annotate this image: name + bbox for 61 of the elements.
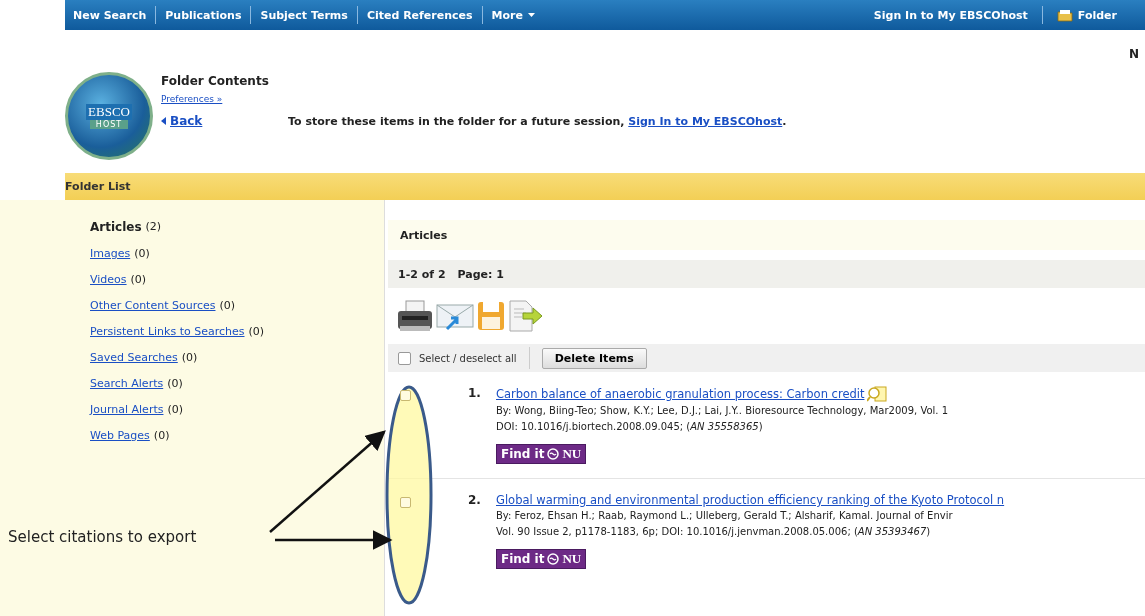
citation-details: By: Feroz, Ehsan H.; Raab, Raymond L.; Ulleberg, Gerald T.; Alsharif, Kamal. Journal of Envir (496, 509, 954, 523)
folder-list-title: Folder List (65, 180, 131, 193)
nav-link[interactable]: New Search (73, 8, 147, 22)
item-count: (0) (153, 429, 170, 442)
folder-link[interactable]: Folder (1056, 8, 1117, 22)
back-arrow-icon (161, 117, 166, 125)
item-count: (0) (248, 325, 265, 338)
result-range: 1-2 of 2 (398, 267, 446, 281)
find-it-button[interactable]: Find it NU (496, 549, 587, 569)
item-count: (0) (167, 403, 184, 416)
citation-details: By: Wong, Biing-Teo; Show, K.Y.; Lee, D.J.; Lai, J.Y.. Bioresource Technology, Mar2009, Vol. 1 (496, 404, 949, 418)
caret-icon (527, 12, 535, 18)
truncated-text: N (1128, 47, 1139, 61)
citation-details: DOI: 10.1016/j.biortech.2008.09.045; (AN 35558365) (496, 420, 764, 434)
sidebar-item[interactable]: Images (90, 247, 131, 260)
preferences-link[interactable]: Preferences » (161, 94, 787, 104)
back-link[interactable]: Back (161, 114, 288, 128)
nav-menu[interactable]: More (491, 8, 535, 22)
printer-icon[interactable] (396, 299, 434, 333)
logo-subtext: HOST (89, 119, 129, 129)
result-number: 1. (468, 386, 482, 402)
sidebar-item[interactable]: Other Content Sources (90, 299, 216, 312)
item-count: (0) (167, 377, 183, 390)
page-title: Folder Contents (161, 74, 270, 88)
sidebar-item[interactable]: Search Alerts (90, 377, 164, 390)
swirl-icon (547, 553, 560, 565)
sidebar-item[interactable]: Web Pages (90, 429, 150, 442)
section-title: Articles (400, 228, 448, 242)
nav-link[interactable]: Cited References (366, 8, 473, 22)
citation-details: Vol. 90 Issue 2, p1178-1183, 6p; DOI: 10.1016/j.jenvman.2008.05.006; (AN 35393467) (496, 525, 932, 539)
page-number: Page: 1 (457, 267, 504, 281)
select-checkbox[interactable] (400, 497, 411, 508)
select-all-checkbox[interactable] (398, 351, 411, 365)
result-number: 2. (468, 493, 482, 509)
sidebar-item[interactable]: Videos (90, 273, 127, 286)
sidebar-item[interactable]: Articles (90, 220, 142, 234)
delete-items-button[interactable]: Delete Items (541, 347, 647, 369)
find-it-button[interactable]: Find it NU (496, 444, 587, 464)
nav-link[interactable]: Publications (165, 8, 242, 22)
export-document-icon[interactable] (507, 299, 543, 333)
sign-in-message: To store these items in the folder for a future session, Sign In to My EBSCOhost. (288, 114, 787, 128)
sign-in-link[interactable]: Sign In to My EBSCOhost (873, 8, 1028, 22)
select-checkbox[interactable] (400, 390, 411, 401)
sidebar-item[interactable]: Saved Searches (90, 351, 178, 364)
annotation-text: Select citations to export (8, 528, 197, 546)
logo-text: EBSCO (86, 103, 132, 120)
article-title-link[interactable]: Global warming and environmental production efficiency ranking of the Kyoto Protocol n (496, 493, 1005, 507)
item-count: (0) (219, 299, 236, 312)
article-title-link[interactable]: Carbon balance of anaerobic granulation process: Carbon credit (496, 387, 865, 401)
swirl-icon (547, 448, 560, 460)
nav-link[interactable]: Subject Terms (260, 8, 348, 22)
item-count: (2) (145, 220, 162, 234)
folder-icon (1056, 8, 1073, 22)
magnifier-document-icon[interactable] (867, 386, 888, 402)
item-count: (0) (134, 247, 150, 260)
sign-in-link[interactable]: Sign In to My EBSCOhost (628, 114, 783, 128)
item-count: (0) (130, 273, 147, 286)
item-count: (0) (181, 351, 198, 364)
select-all-label: Select / deselect all (419, 352, 517, 364)
sidebar-item[interactable]: Persistent Links to Searches (90, 325, 245, 338)
sidebar-item[interactable]: Journal Alerts (90, 403, 164, 416)
